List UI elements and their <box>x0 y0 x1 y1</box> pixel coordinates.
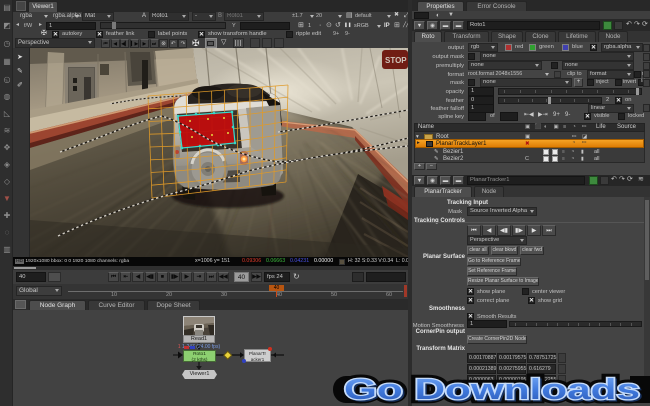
svg-text:STOP: STOP <box>385 56 407 65</box>
svg-text:Go Downloads: Go Downloads <box>344 374 640 406</box>
